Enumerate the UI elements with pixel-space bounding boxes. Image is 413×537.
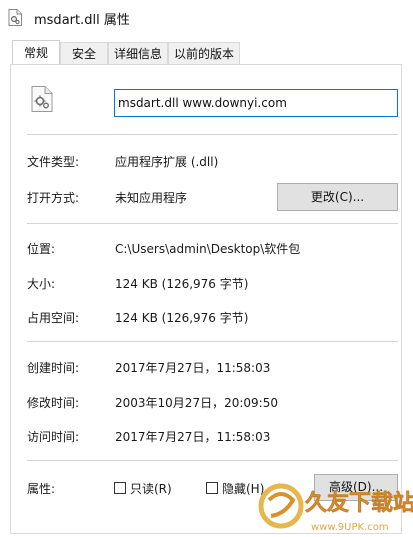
divider [27,341,398,342]
divider [27,223,398,224]
size-value: 124 KB (126,976 字节) [115,277,249,291]
attributes-label: 属性: [27,482,56,496]
tab-details[interactable]: 详细信息 [108,42,168,64]
divider [27,460,398,461]
file-type-label: 文件类型: [27,155,80,169]
dll-file-icon [8,9,22,26]
watermark-brand: 久友下载站 [305,490,413,516]
tab-strip: 常规 安全 详细信息 以前的版本 [0,40,413,66]
location-label: 位置: [27,242,56,256]
tab-general[interactable]: 常规 [12,40,60,64]
size-on-disk-value: 124 KB (126,976 字节) [115,311,249,325]
file-type-value: 应用程序扩展 (.dll) [115,155,219,169]
divider [27,134,398,135]
readonly-label: 只读(R) [130,482,172,496]
created-label: 创建时间: [27,361,80,375]
file-name-value: msdart.dll www.downyi.com [118,96,287,110]
watermark-url: www.9UPK.com [311,522,389,533]
tab-previous-versions[interactable]: 以前的版本 [168,42,240,64]
modified-value: 2003年10月27日，20:09:50 [115,396,278,410]
size-label: 大小: [27,277,56,291]
readonly-checkbox[interactable] [114,482,126,494]
dll-file-icon [31,86,53,112]
change-button[interactable]: 更改(C)... [277,183,398,211]
location-value: C:\Users\admin\Desktop\软件包 [115,242,301,256]
file-name-input[interactable]: msdart.dll www.downyi.com [114,89,398,117]
opens-with-value: 未知应用程序 [115,191,188,205]
tab-security[interactable]: 安全 [60,42,108,64]
hidden-checkbox[interactable] [206,482,218,494]
accessed-label: 访问时间: [27,430,80,444]
title-bar: msdart.dll 属性 [0,0,413,38]
size-on-disk-label: 占用空间: [27,311,80,325]
accessed-value: 2017年7月27日，11:58:03 [115,430,271,444]
created-value: 2017年7月27日，11:58:03 [115,361,271,375]
watermark-logo: 久友下载站 www.9UPK.com [258,483,413,533]
window-title: msdart.dll 属性 [34,13,130,28]
opens-with-label: 打开方式: [27,191,80,205]
modified-label: 修改时间: [27,396,80,410]
